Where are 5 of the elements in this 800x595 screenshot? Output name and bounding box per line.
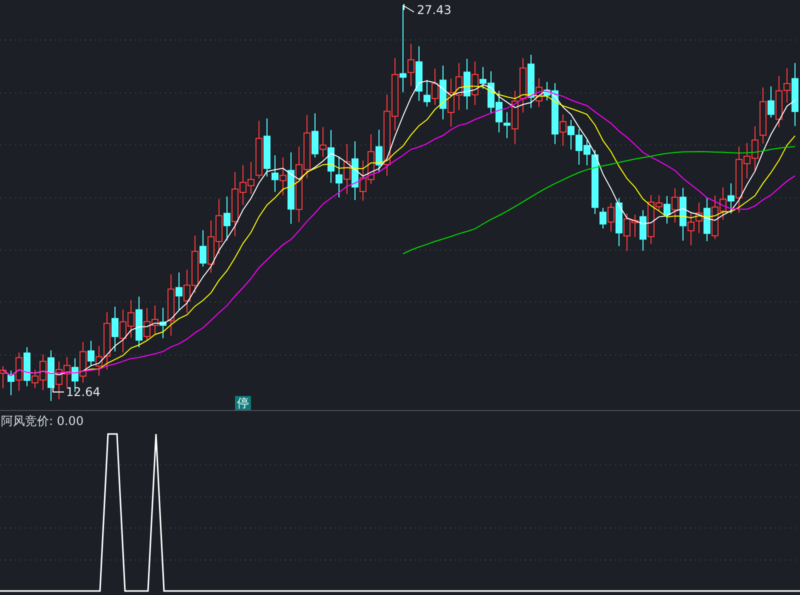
indicator-label: 阿风竞价: 0.00 bbox=[1, 413, 84, 430]
low-price-label: 12.64 bbox=[66, 385, 100, 399]
limit-badge: 停 bbox=[235, 396, 251, 410]
arrow-icon bbox=[404, 4, 414, 12]
high-price-label: 27.43 bbox=[417, 3, 452, 17]
